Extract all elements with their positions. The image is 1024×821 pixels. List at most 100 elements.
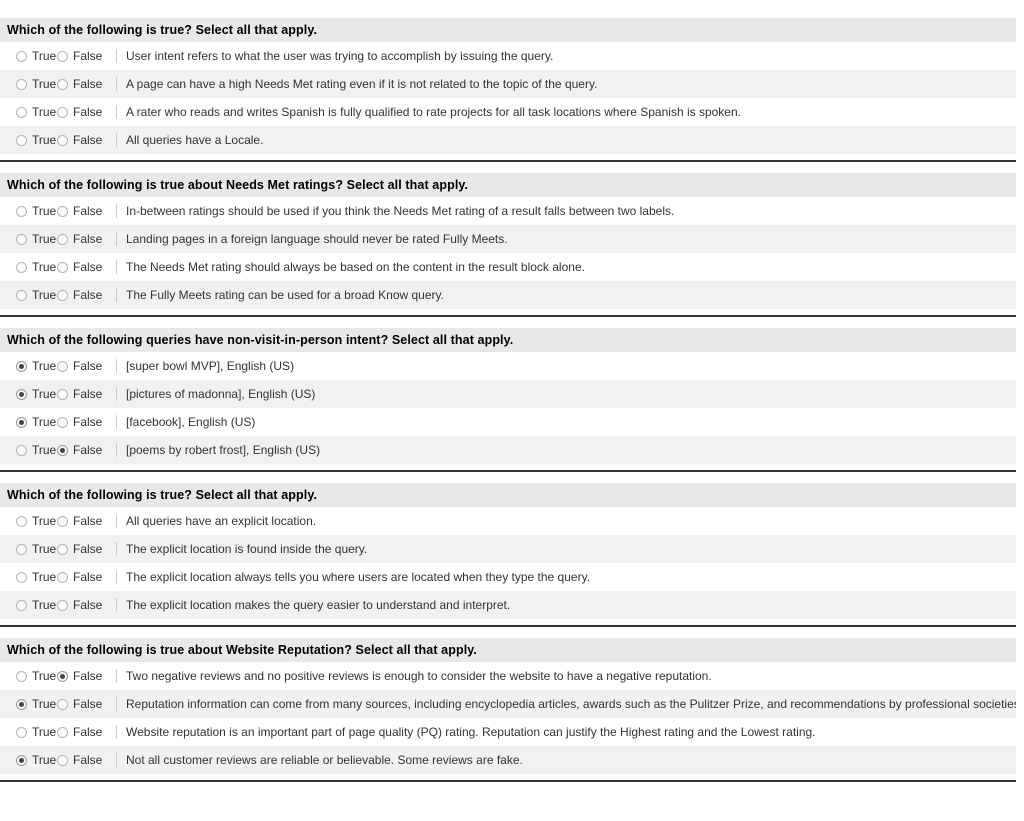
radio-false-label: False [73,696,103,711]
radio-true-icon[interactable] [16,205,27,217]
radio-false-icon[interactable] [57,726,68,738]
radio-option-false[interactable]: False [54,514,114,528]
radio-option-false[interactable]: False [54,358,114,373]
radio-false-icon[interactable] [57,233,68,245]
radio-option-false[interactable]: False [54,443,114,457]
radio-false-icon[interactable] [57,360,68,372]
radio-false-icon[interactable] [57,515,68,527]
radio-option-true[interactable]: True [0,359,56,373]
radio-option-false[interactable]: False [54,570,114,584]
radio-true-icon[interactable] [16,388,27,400]
radio-false-icon[interactable] [57,106,68,118]
radio-option-true[interactable]: True [0,49,56,63]
radio-option-false[interactable]: False [54,696,114,711]
radio-option-true[interactable]: True [0,443,56,457]
radio-true-icon[interactable] [16,543,27,555]
radio-true-label: True [32,386,57,401]
radio-false-icon[interactable] [57,205,68,217]
answer-row: True False A rater who reads and writes Sp… [0,98,1016,126]
radio-option-false[interactable]: False [54,105,114,119]
radio-true-icon[interactable] [16,754,27,766]
radio-option-true[interactable]: True [0,105,56,119]
radio-true-icon[interactable] [16,599,27,611]
radio-option-true[interactable]: True [0,386,57,401]
radio-false-icon[interactable] [57,289,68,301]
radio-true-icon[interactable] [16,106,27,118]
radio-true-icon[interactable] [16,50,27,62]
radio-false-label: False [73,752,103,767]
radio-false-icon[interactable] [57,388,68,400]
radio-false-label: False [73,358,103,373]
radio-true-icon[interactable] [16,571,27,583]
statement-text: All queries have a Locale. [126,133,264,147]
radio-option-false[interactable]: False [54,204,114,218]
radio-false-icon[interactable] [57,134,68,146]
answer-row: True False Not all customer reviews are re… [0,746,1016,774]
radio-option-false[interactable]: False [54,49,114,63]
radio-true-icon[interactable] [16,698,27,710]
radio-true-icon[interactable] [16,233,27,245]
radio-option-false[interactable]: False [54,387,114,401]
answer-row: True False All queries have a Locale. [0,126,1016,154]
radio-true-icon[interactable] [16,444,27,456]
radio-true-icon[interactable] [16,134,27,146]
statement-text: User intent refers to what the user was … [126,49,554,63]
radio-option-true[interactable]: True [0,541,57,556]
radio-option-true[interactable]: True [0,669,56,683]
radio-option-true[interactable]: True [0,288,56,302]
radio-option-false[interactable]: False [54,542,114,556]
radio-option-true[interactable]: True [0,570,56,584]
radio-true-icon[interactable] [16,261,27,273]
radio-false-icon[interactable] [57,261,68,273]
radio-option-true[interactable]: True [0,753,56,767]
radio-false-icon[interactable] [57,670,68,682]
question-header: Which of the following is true? Select a… [0,18,1016,42]
radio-option-false[interactable]: False [54,260,114,274]
radio-option-false[interactable]: False [54,133,114,147]
radio-true-icon[interactable] [16,670,27,682]
radio-option-true[interactable]: True [0,132,57,147]
radio-option-false[interactable]: False [54,598,114,612]
radio-option-false[interactable]: False [54,415,114,429]
radio-option-true[interactable]: True [0,598,56,612]
radio-true-label: True [32,696,57,711]
radio-option-true[interactable]: True [0,696,57,711]
radio-option-true[interactable]: True [0,415,56,429]
answer-row: True False [super bowl MVP], English (US) [0,352,1016,380]
radio-true-icon[interactable] [16,289,27,301]
answer-row: True False The explicit location is found … [0,535,1016,563]
radio-option-false[interactable]: False [54,76,114,91]
statement-text: A rater who reads and writes Spanish is … [126,105,741,119]
radio-option-true[interactable]: True [0,725,56,739]
radio-false-icon[interactable] [57,543,68,555]
radio-true-label: True [32,203,57,218]
radio-false-icon[interactable] [57,571,68,583]
radio-true-icon[interactable] [16,515,27,527]
radio-option-true[interactable]: True [0,232,56,246]
radio-false-icon[interactable] [57,698,68,710]
radio-option-true[interactable]: True [0,203,57,218]
radio-false-icon[interactable] [57,599,68,611]
radio-true-icon[interactable] [16,360,27,372]
radio-false-icon[interactable] [57,416,68,428]
radio-option-false[interactable]: False [54,725,114,739]
radio-true-icon[interactable] [16,78,27,90]
radio-option-true[interactable]: True [0,77,56,91]
radio-true-label: True [32,132,57,147]
radio-option-false[interactable]: False [54,232,114,246]
radio-option-false[interactable]: False [54,669,114,683]
radio-false-icon[interactable] [57,444,68,456]
radio-true-label: True [32,541,57,556]
answer-row: True False User intent refers to what the … [0,42,1016,70]
radio-false-icon[interactable] [57,50,68,62]
radio-option-false[interactable]: False [54,752,114,767]
answer-row: True False [pictures of madonna], English … [0,380,1016,408]
radio-option-false[interactable]: False [54,288,114,302]
radio-true-icon[interactable] [16,726,27,738]
radio-false-icon[interactable] [57,78,68,90]
radio-true-icon[interactable] [16,416,27,428]
radio-option-true[interactable]: True [0,514,56,528]
radio-false-label: False [73,76,103,91]
radio-option-true[interactable]: True [0,260,56,274]
radio-false-icon[interactable] [57,754,68,766]
